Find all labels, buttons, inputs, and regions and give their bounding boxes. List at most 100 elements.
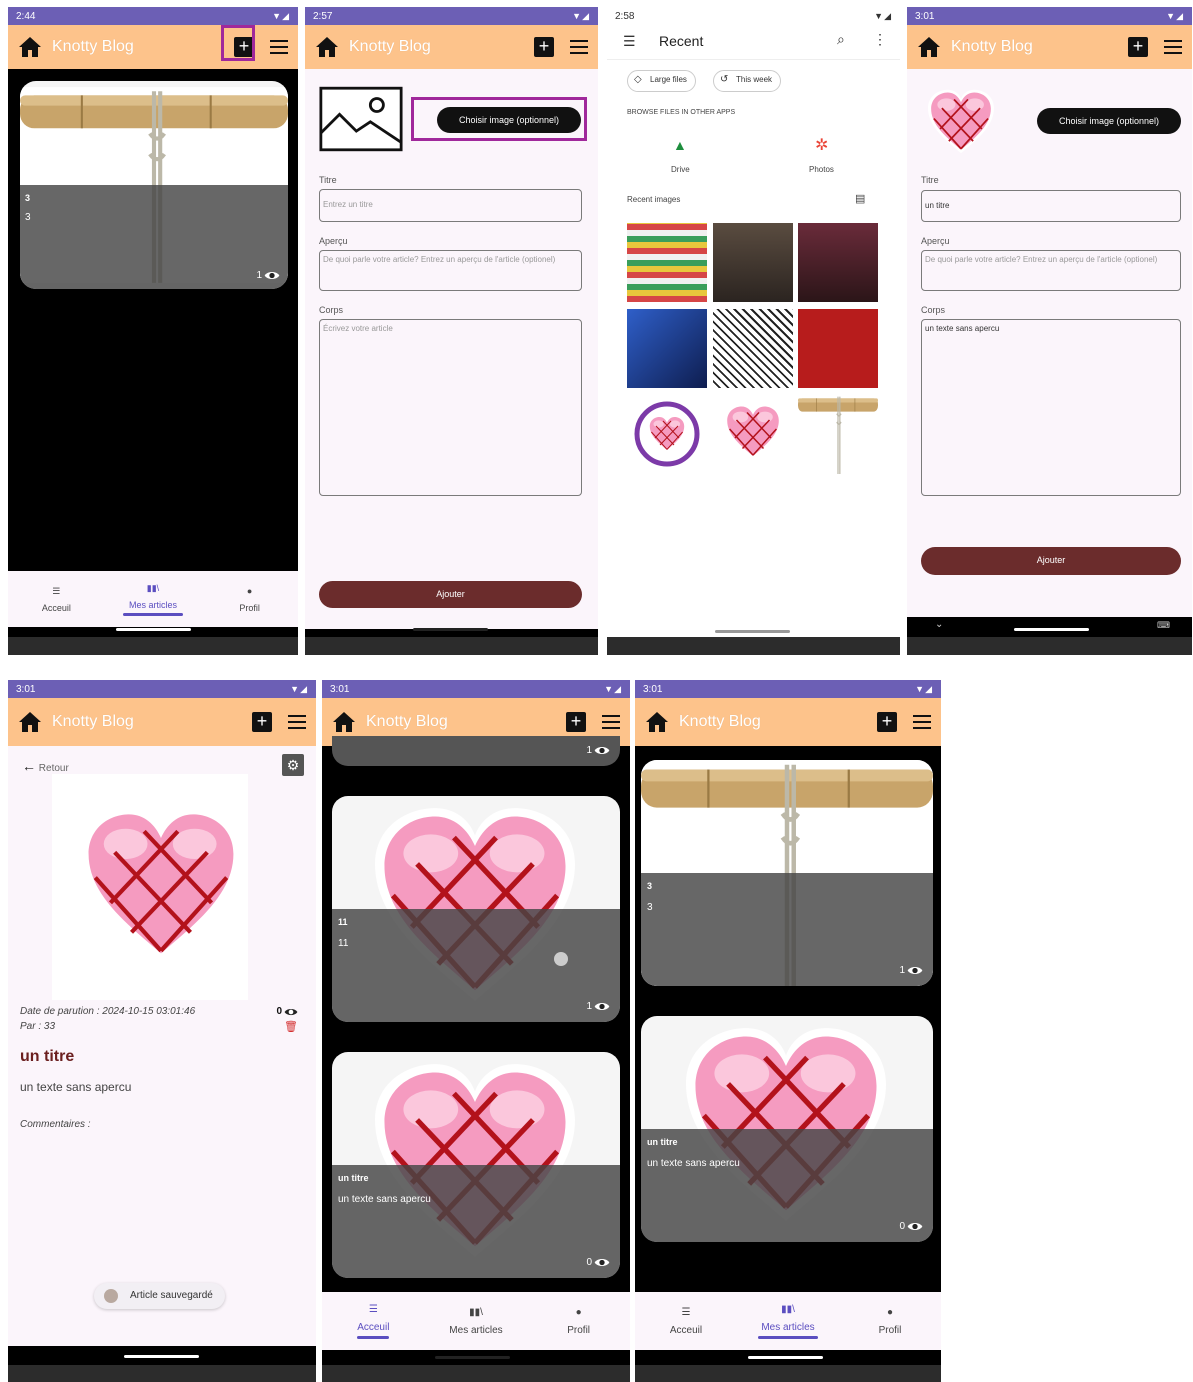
article-card[interactable]: un titre un texte sans apercu 0 (641, 1016, 933, 1242)
card-preview: 3 (25, 212, 31, 223)
body-input[interactable]: Écrivez votre article (319, 319, 582, 496)
menu-icon[interactable] (288, 715, 306, 729)
status-bar: 2:57 ▼◢ (305, 7, 598, 25)
more-icon[interactable]: ⋮ (873, 31, 887, 48)
rope-image (798, 395, 878, 474)
nav-articles[interactable]: ▮▮\ Mes articles (738, 1304, 839, 1339)
person-icon: ● (246, 586, 253, 596)
photos-label: Photos (809, 165, 834, 174)
nav-articles[interactable]: ▮▮\ Mes articles (105, 582, 201, 616)
history-icon: ↺ (720, 74, 729, 85)
thumb-figure[interactable] (627, 309, 707, 388)
submit-button[interactable]: Ajouter (319, 581, 582, 608)
drive-icon[interactable]: ▲ (673, 137, 687, 153)
thumb-purple-heart[interactable] (627, 395, 707, 474)
preview-input[interactable]: De quoi parle votre article? Entrez un a… (921, 250, 1181, 291)
thumb-red-heart[interactable] (798, 309, 878, 388)
body-input[interactable]: un texte sans apercu (921, 319, 1181, 496)
menu-icon[interactable] (1164, 40, 1182, 54)
article-card-partial[interactable]: 1 (332, 736, 620, 766)
nav-profile[interactable]: ● Profil (840, 1307, 941, 1336)
home-icon[interactable] (645, 710, 669, 734)
views-count: 1 (899, 965, 923, 976)
thumb-hall[interactable] (798, 223, 878, 302)
app-title: Knotty Blog (349, 38, 431, 55)
add-article-button[interactable]: + (877, 712, 897, 732)
article-card[interactable]: 11 11 1 (332, 796, 620, 1022)
hamburger-icon[interactable]: ☰ (623, 33, 636, 50)
app-title: Knotty Blog (951, 38, 1033, 55)
menu-icon[interactable] (270, 40, 288, 54)
add-article-button[interactable]: + (566, 712, 586, 732)
menu-icon[interactable] (913, 715, 931, 729)
add-article-button[interactable]: + (534, 37, 554, 57)
highlight-box (221, 25, 255, 61)
menu-icon[interactable] (602, 715, 620, 729)
nav-profile[interactable]: ● Profil (528, 1307, 630, 1336)
thumb-knots[interactable] (713, 309, 793, 388)
menu-icon[interactable] (570, 40, 588, 54)
home-indicator (1014, 628, 1089, 631)
image-placeholder-icon (319, 85, 403, 153)
views-count: 1 (586, 745, 610, 756)
file-picker: ☰ Recent ⌕ ⋮ ◇ Large files ↺ This week BRO… (607, 25, 900, 637)
preview-input[interactable]: De quoi parle votre article? Entrez un a… (319, 250, 582, 291)
title-input[interactable]: un titre (921, 190, 1181, 222)
home-icon[interactable] (18, 35, 42, 59)
system-strip (322, 1365, 630, 1382)
delete-icon[interactable]: 🗑 (284, 1020, 298, 1033)
home-indicator (435, 1356, 510, 1359)
chip-large-files[interactable]: ◇ Large files (627, 70, 696, 92)
status-time: 2:44 (16, 10, 36, 22)
heart-image (68, 806, 254, 966)
app-bar: Knotty Blog + (907, 25, 1192, 69)
card-overlay (332, 1165, 620, 1278)
home-icon[interactable] (917, 35, 941, 59)
submit-button[interactable]: Ajouter (921, 547, 1181, 575)
thumb-pink-heart[interactable] (713, 395, 793, 474)
nav-profile[interactable]: ● Profil (202, 585, 298, 613)
article-card[interactable]: un titre un texte sans apercu 0 (332, 1052, 620, 1278)
choose-image-button[interactable]: Choisir image (optionnel) (1037, 108, 1181, 134)
thumb-rope[interactable] (798, 395, 878, 474)
recent-images-label: Recent images (627, 195, 681, 204)
search-icon[interactable]: ⌕ (837, 31, 845, 48)
article-card[interactable]: 3 3 1 (20, 81, 288, 289)
back-button[interactable]: ← Retour (22, 758, 69, 774)
list-view-icon[interactable]: ▤ (855, 192, 865, 205)
home-icon[interactable] (18, 710, 42, 734)
nav-home[interactable]: ☰ Acceuil (8, 585, 104, 614)
choose-image-button[interactable]: Choisir image (optionnel) (437, 107, 581, 133)
nav-articles[interactable]: ▮▮\ Mes articles (425, 1307, 527, 1336)
system-strip (907, 637, 1192, 655)
thumb-room[interactable] (713, 223, 793, 302)
title-input[interactable]: Entrez un titre (319, 189, 582, 222)
chevron-down-icon[interactable]: ⌄ (935, 619, 943, 630)
title-label: Titre (921, 175, 939, 185)
chip-this-week[interactable]: ↺ This week (713, 70, 782, 92)
article-card[interactable]: 3 3 1 (641, 760, 933, 986)
list-icon: ☰ (52, 585, 61, 596)
screen-7: 3:01 ▼◢ Knotty Blog + 3 3 1 un titre un t… (635, 680, 941, 1382)
nav-home[interactable]: ☰ Acceuil (323, 1304, 425, 1339)
person-icon: ● (575, 1307, 582, 1318)
screen-1: 2:44 ▼◢ Knotty Blog + 3 3 1 ☰ Acceuil ▮▮\ M… (8, 7, 298, 655)
add-article-button[interactable]: + (1128, 37, 1148, 57)
keyboard-icon[interactable]: ⌨ (1157, 620, 1170, 631)
home-indicator (748, 1356, 823, 1359)
photos-icon[interactable]: ✲ (815, 135, 828, 155)
nav-home[interactable]: ☰ Acceuil (636, 1307, 737, 1336)
books-icon: ▮▮\ (781, 1304, 795, 1315)
tag-icon: ◇ (634, 74, 642, 85)
status-bar: 3:01 ▼◢ (635, 680, 941, 698)
system-strip (8, 637, 298, 655)
card-preview: 11 (338, 938, 349, 949)
home-icon[interactable] (332, 710, 356, 734)
home-icon[interactable] (315, 35, 339, 59)
eye-icon (907, 1221, 923, 1232)
list-icon: ☰ (368, 1304, 378, 1315)
app-title: Knotty Blog (679, 713, 761, 730)
thumb-ropes[interactable] (627, 223, 707, 302)
add-article-button[interactable]: + (252, 712, 272, 732)
gear-icon[interactable]: ⚙ (282, 754, 304, 776)
